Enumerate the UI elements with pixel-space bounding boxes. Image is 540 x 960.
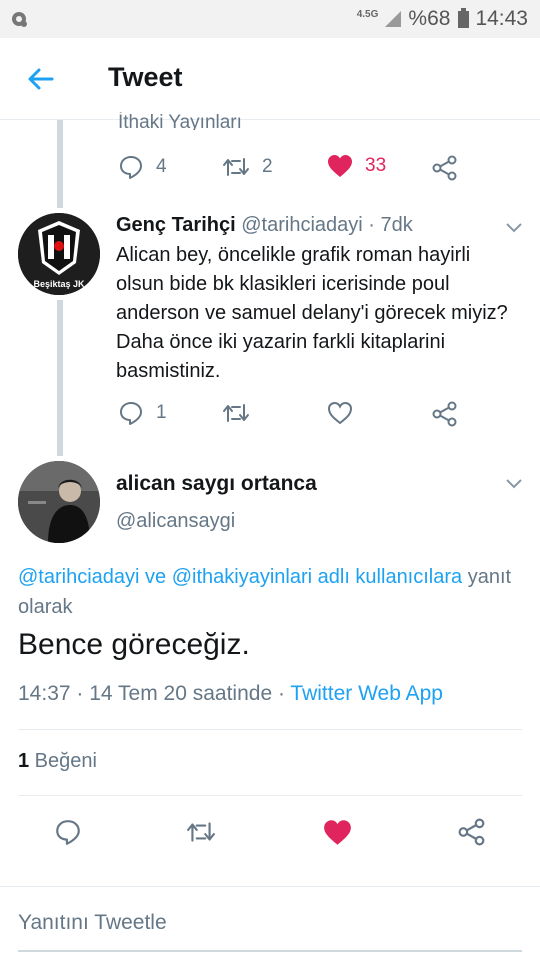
source-link[interactable]: Twitter Web App [290, 682, 443, 705]
battery-percent: %68 [408, 7, 451, 30]
battery-icon [458, 7, 470, 28]
settings-status-icon [10, 10, 28, 28]
share-icon [458, 818, 486, 846]
separator: · [362, 214, 381, 236]
main-share-button[interactable] [458, 818, 486, 846]
clock: 14:43 [475, 7, 528, 30]
prev-like-count: 33 [365, 155, 387, 176]
share-icon [432, 401, 458, 427]
tweet-meta: 14:37 · 14 Tem 20 saatinde · Twitter Web… [18, 682, 443, 706]
prev-reply-count: 4 [156, 156, 167, 177]
back-arrow-icon[interactable] [24, 62, 58, 96]
author-handle[interactable]: @alicansaygi [116, 510, 235, 533]
main-tweet-text: Bence göreceğiz. [18, 628, 250, 661]
divider [0, 886, 540, 887]
status-bar: 4.5G %68 14:43 [0, 0, 540, 38]
mention-link[interactable]: @ithakiyayinlari adlı kullanıcılara [172, 566, 462, 588]
mention-link[interactable]: @tarihciadayi [18, 566, 139, 588]
main-reply-button[interactable] [54, 818, 82, 846]
retweet-icon [222, 400, 250, 426]
reply-icon [54, 818, 82, 846]
reply-button[interactable]: 1 [118, 400, 167, 426]
like-label: Beğeni [29, 750, 97, 772]
page-title: Tweet [108, 62, 183, 92]
prev-reply-button[interactable]: 4 [118, 154, 167, 180]
heart-filled-icon [323, 819, 352, 846]
share-icon [432, 155, 458, 181]
main-like-button[interactable] [323, 819, 352, 846]
tweet-timestamp: 14:37 · 14 Tem 20 saatinde · [18, 682, 291, 705]
prev-share-button[interactable] [432, 155, 458, 181]
reply-icon [118, 400, 144, 426]
prev-like-button[interactable]: 33 [327, 154, 386, 178]
thread-line [57, 120, 63, 208]
thread-line [57, 300, 63, 456]
chevron-down-icon[interactable] [505, 478, 523, 490]
author-handle[interactable]: @tarihciadayi [241, 214, 362, 236]
tweet-time: 7dk [380, 214, 413, 236]
heart-filled-icon [327, 154, 353, 178]
divider [18, 795, 522, 796]
author-name[interactable]: Genç Tarihçi [116, 214, 236, 236]
reply-tweet-header: Genç Tarihçi @tarihciadayi · 7dk [116, 214, 413, 237]
author-name[interactable]: alican saygı ortanca [116, 472, 317, 496]
signal-icon [384, 10, 402, 28]
reply-count: 1 [156, 402, 167, 423]
like-button[interactable] [327, 401, 353, 425]
retweet-button[interactable] [222, 400, 250, 426]
avatar[interactable] [18, 461, 100, 543]
app-bar: Tweet [0, 38, 540, 120]
retweet-icon [186, 818, 216, 846]
reply-icon [118, 154, 144, 180]
main-retweet-button[interactable] [186, 818, 216, 846]
avatar[interactable]: Beşiktaş JK [18, 213, 100, 295]
likes-stat[interactable]: 1 Beğeni [18, 750, 97, 773]
status-right: 4.5G %68 14:43 [357, 6, 528, 32]
avatar-caption: Beşiktaş JK [33, 279, 85, 289]
reply-input-underline [18, 950, 522, 952]
network-type: 4.5G [356, 9, 379, 20]
heart-icon [327, 401, 353, 425]
prev-retweet-count: 2 [262, 156, 273, 177]
reply-to-and: ve [139, 566, 172, 588]
prev-retweet-button[interactable]: 2 [222, 154, 273, 180]
prev-tweet-partial-text: İthaki Yayınları [118, 112, 242, 130]
reply-tweet-text: Alican bey, öncelikle grafik roman hayir… [116, 244, 508, 382]
share-button[interactable] [432, 401, 458, 427]
replying-to: @tarihciadayi ve @ithakiyayinlari adlı k… [18, 562, 518, 622]
divider [18, 729, 522, 730]
chevron-down-icon[interactable] [505, 222, 523, 234]
like-count: 1 [18, 750, 30, 772]
reply-input[interactable]: Yanıtını Tweetle [18, 911, 167, 935]
retweet-icon [222, 154, 250, 180]
